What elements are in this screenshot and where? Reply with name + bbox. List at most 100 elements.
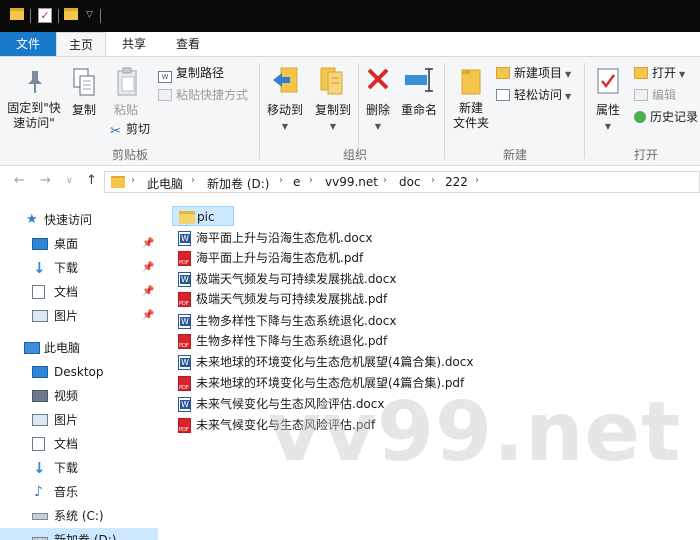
breadcrumb-chevron-icon[interactable]: › (191, 175, 195, 186)
properties-quick-icon[interactable]: ✓ (38, 8, 52, 23)
paste-shortcut-icon (158, 89, 172, 101)
move-to-dropdown-icon: ▼ (281, 122, 289, 131)
clipboard-icon (117, 67, 137, 96)
delete-button[interactable]: 删除 ▼ (360, 59, 396, 139)
customize-toolbar-dropdown-icon[interactable]: ▽ (86, 10, 93, 20)
breadcrumb-doc[interactable]: doc (399, 175, 421, 189)
recent-locations-dropdown-icon[interactable]: ∨ (66, 176, 73, 186)
easy-access-button[interactable]: 轻松访问 ▼ (496, 87, 571, 105)
tab-view[interactable]: 查看 (166, 32, 210, 56)
nav-quick-access[interactable]: ★ 快速访问 (0, 208, 158, 232)
video-icon (32, 390, 48, 402)
document-icon (32, 437, 45, 451)
toolbar-separator (30, 9, 31, 23)
breadcrumb-chevron-icon[interactable]: › (475, 175, 479, 186)
breadcrumb-chevron-icon[interactable]: › (431, 175, 435, 186)
group-label-new: 新建 (502, 148, 527, 162)
pdf-icon (178, 376, 191, 391)
breadcrumb-chevron-icon[interactable]: › (309, 175, 313, 186)
pin-icon[interactable]: 📌 (142, 304, 154, 328)
nav-item-label: 图片 (54, 309, 79, 323)
back-arrow-icon[interactable]: ← (14, 173, 25, 188)
forward-arrow-icon[interactable]: → (40, 173, 51, 188)
nav-item-drive-d[interactable]: 新加卷 (D:) (0, 528, 158, 540)
folder-icon[interactable] (10, 8, 24, 20)
group-label-clipboard: 剪贴板 (111, 148, 148, 162)
edit-label: 编辑 (652, 88, 677, 102)
breadcrumb-222[interactable]: 222 (445, 175, 468, 189)
breadcrumb-chevron-icon[interactable]: › (383, 175, 387, 186)
copy-button[interactable]: 复制 (66, 59, 102, 123)
pin-icon[interactable]: 📌 (142, 280, 154, 304)
file-name: 未来气候变化与生态风险评估.pdf (196, 418, 376, 432)
list-item-folder[interactable]: pic (172, 206, 234, 226)
nav-item-pictures[interactable]: 图片 (0, 408, 158, 432)
breadcrumb-vv99[interactable]: vv99.net (325, 175, 378, 189)
group-separator (358, 63, 359, 159)
word-document-icon (178, 272, 191, 287)
download-icon: ↓ (33, 459, 46, 477)
address-bar[interactable]: › 此电脑 › 新加卷 (D:) › e › vv99.net › doc › … (104, 171, 700, 193)
breadcrumb-drive-d[interactable]: 新加卷 (D:) (207, 175, 269, 192)
tab-share[interactable]: 共享 (112, 32, 156, 56)
nav-item-label: 系统 (C:) (54, 509, 104, 523)
cut-button[interactable]: ✂ 剪切 (110, 121, 150, 138)
paste-shortcut-button[interactable]: 粘贴快捷方式 (158, 87, 248, 103)
paste-shortcut-label: 粘贴快捷方式 (176, 88, 249, 102)
nav-item-desktop-quick[interactable]: 桌面 📌 (0, 232, 158, 256)
copy-path-button[interactable]: W 复制路径 (158, 65, 224, 83)
pdf-icon (178, 334, 191, 349)
history-button[interactable]: 历史记录 (634, 109, 698, 125)
properties-button[interactable]: 属性 ▼ (588, 59, 628, 139)
nav-item-label: 文档 (54, 285, 79, 299)
folder-icon (179, 211, 195, 224)
file-name: 极端天气频发与可持续发展挑战.docx (196, 272, 397, 286)
nav-item-desktop[interactable]: Desktop (0, 360, 158, 384)
easy-access-icon (496, 89, 510, 101)
open-button[interactable]: 打开 ▼ (634, 65, 685, 83)
new-item-icon (496, 67, 510, 79)
nav-item-downloads-quick[interactable]: ↓ 下载 📌 (0, 256, 158, 280)
pin-to-quick-access-button[interactable]: 固定到"快 速访问" (2, 59, 66, 139)
breadcrumb-e[interactable]: e (293, 175, 300, 189)
paste-button[interactable]: 粘贴 (106, 59, 146, 123)
new-folder-button[interactable]: 新建 文件夹 (448, 59, 494, 139)
breadcrumb-chevron-icon[interactable]: › (279, 175, 283, 186)
desktop-icon (32, 238, 48, 250)
nav-this-pc[interactable]: 此电脑 (0, 336, 158, 360)
pin-icon[interactable]: 📌 (142, 256, 154, 280)
pin-icon[interactable]: 📌 (142, 232, 154, 256)
breadcrumb-chevron-icon[interactable]: › (131, 175, 135, 186)
paste-label: 粘贴 (113, 103, 138, 117)
file-name: 海平面上升与沿海生态危机.pdf (196, 251, 364, 265)
new-folder-quick-icon[interactable] (64, 8, 78, 20)
word-document-icon (178, 231, 191, 246)
file-name: 海平面上升与沿海生态危机.docx (196, 231, 373, 245)
nav-item-music[interactable]: ♪ 音乐 (0, 480, 158, 504)
edit-button[interactable]: 编辑 (634, 87, 676, 103)
nav-item-downloads[interactable]: ↓ 下载 (0, 456, 158, 480)
copy-to-icon (320, 67, 343, 95)
nav-item-documents[interactable]: 文档 (0, 432, 158, 456)
new-folder-icon (461, 69, 481, 95)
tab-home[interactable]: 主页 (56, 32, 106, 56)
nav-item-drive-c[interactable]: 系统 (C:) (0, 504, 158, 528)
tab-file[interactable]: 文件 (0, 32, 56, 56)
nav-item-documents-quick[interactable]: 文档 📌 (0, 280, 158, 304)
nav-item-label: Desktop (54, 365, 104, 379)
breadcrumb-this-pc[interactable]: 此电脑 (147, 175, 183, 192)
nav-item-videos[interactable]: 视频 (0, 384, 158, 408)
easy-access-dropdown-icon: ▼ (565, 92, 572, 101)
pin-icon (28, 71, 42, 93)
move-to-button[interactable]: 移动到 ▼ (262, 59, 308, 139)
rename-button[interactable]: 重命名 (398, 59, 440, 123)
up-arrow-icon[interactable]: ↑ (86, 173, 97, 188)
nav-item-pictures-quick[interactable]: 图片 📌 (0, 304, 158, 328)
cut-label: 剪切 (126, 122, 151, 136)
history-icon (634, 111, 646, 123)
copy-to-button[interactable]: 复制到 ▼ (308, 59, 358, 139)
new-item-button[interactable]: 新建项目 ▼ (496, 65, 571, 83)
music-icon: ♪ (34, 484, 43, 500)
address-row: ← → ∨ ↑ › 此电脑 › 新加卷 (D:) › e › vv99.net … (0, 167, 700, 197)
word-document-icon (178, 355, 191, 370)
